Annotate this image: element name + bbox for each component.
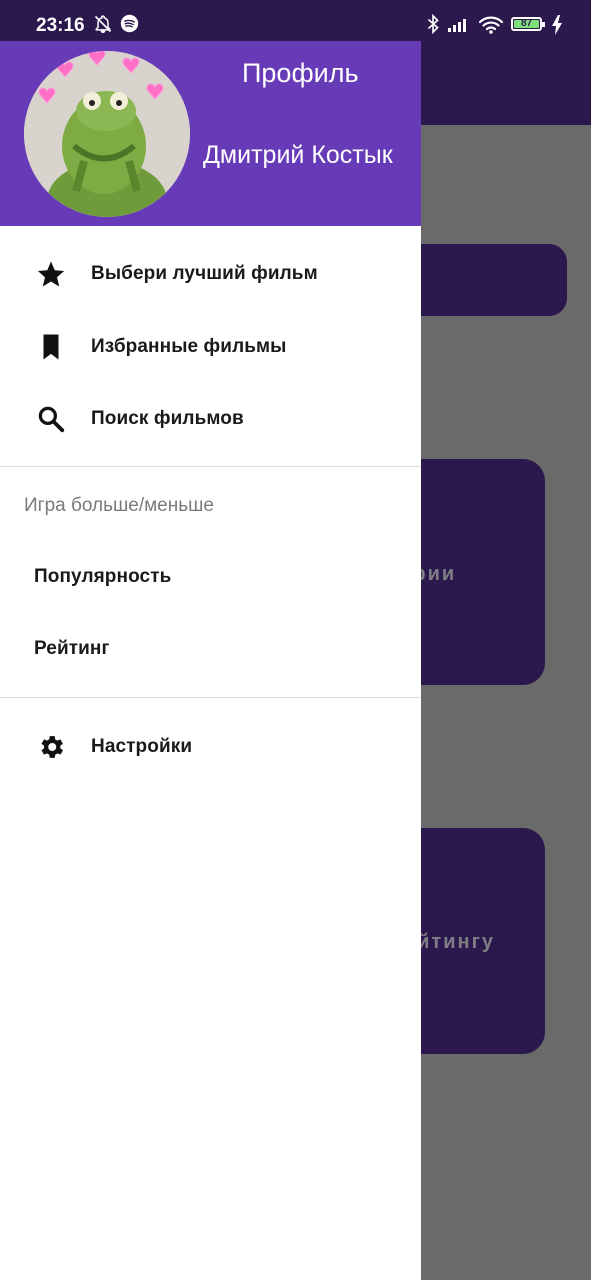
battery-level: 87 — [520, 18, 533, 29]
bookmark-icon — [43, 334, 59, 360]
bluetooth-icon — [427, 14, 439, 34]
divider — [0, 466, 421, 467]
menu-item-label: Избранные фильмы — [91, 336, 287, 357]
status-time: 23:16 — [36, 15, 85, 36]
menu-item-label: Популярность — [34, 566, 172, 587]
wifi-icon — [478, 16, 504, 34]
avatar-image — [24, 51, 190, 217]
menu-item-label: Выбери лучший фильм — [91, 263, 318, 284]
navigation-drawer: Профиль Дмитрий Костык Выбери лучший фил… — [0, 41, 421, 1280]
battery-icon: 87 — [511, 17, 545, 31]
menu-item-popularity[interactable]: Популярность — [0, 541, 421, 613]
notifications-off-icon — [94, 15, 112, 34]
star-icon — [37, 261, 65, 287]
drawer-header: Профиль Дмитрий Костык — [0, 41, 421, 226]
menu-item-label: Рейтинг — [34, 638, 110, 659]
menu-item-favorites[interactable]: Избранные фильмы — [0, 311, 421, 383]
section-header-game: Игра больше/меньше — [24, 495, 214, 516]
divider — [0, 697, 421, 698]
menu-item-rating[interactable]: Рейтинг — [0, 613, 421, 685]
status-bar: 23:16 87 — [0, 0, 591, 41]
menu-item-best-movie[interactable]: Выбери лучший фильм — [0, 238, 421, 310]
avatar[interactable] — [24, 51, 190, 217]
profile-name: Дмитрий Костык — [203, 141, 393, 169]
search-icon — [38, 406, 65, 433]
spotify-icon — [120, 14, 139, 33]
gear-icon — [41, 736, 63, 758]
menu-item-search-movies[interactable]: Поиск фильмов — [0, 383, 421, 455]
menu-item-settings[interactable]: Настройки — [0, 711, 421, 783]
charging-icon — [552, 15, 562, 35]
menu-item-label: Поиск фильмов — [91, 408, 244, 429]
menu-item-label: Настройки — [91, 736, 193, 757]
profile-title: Профиль — [242, 58, 359, 88]
signal-icon — [448, 19, 466, 32]
